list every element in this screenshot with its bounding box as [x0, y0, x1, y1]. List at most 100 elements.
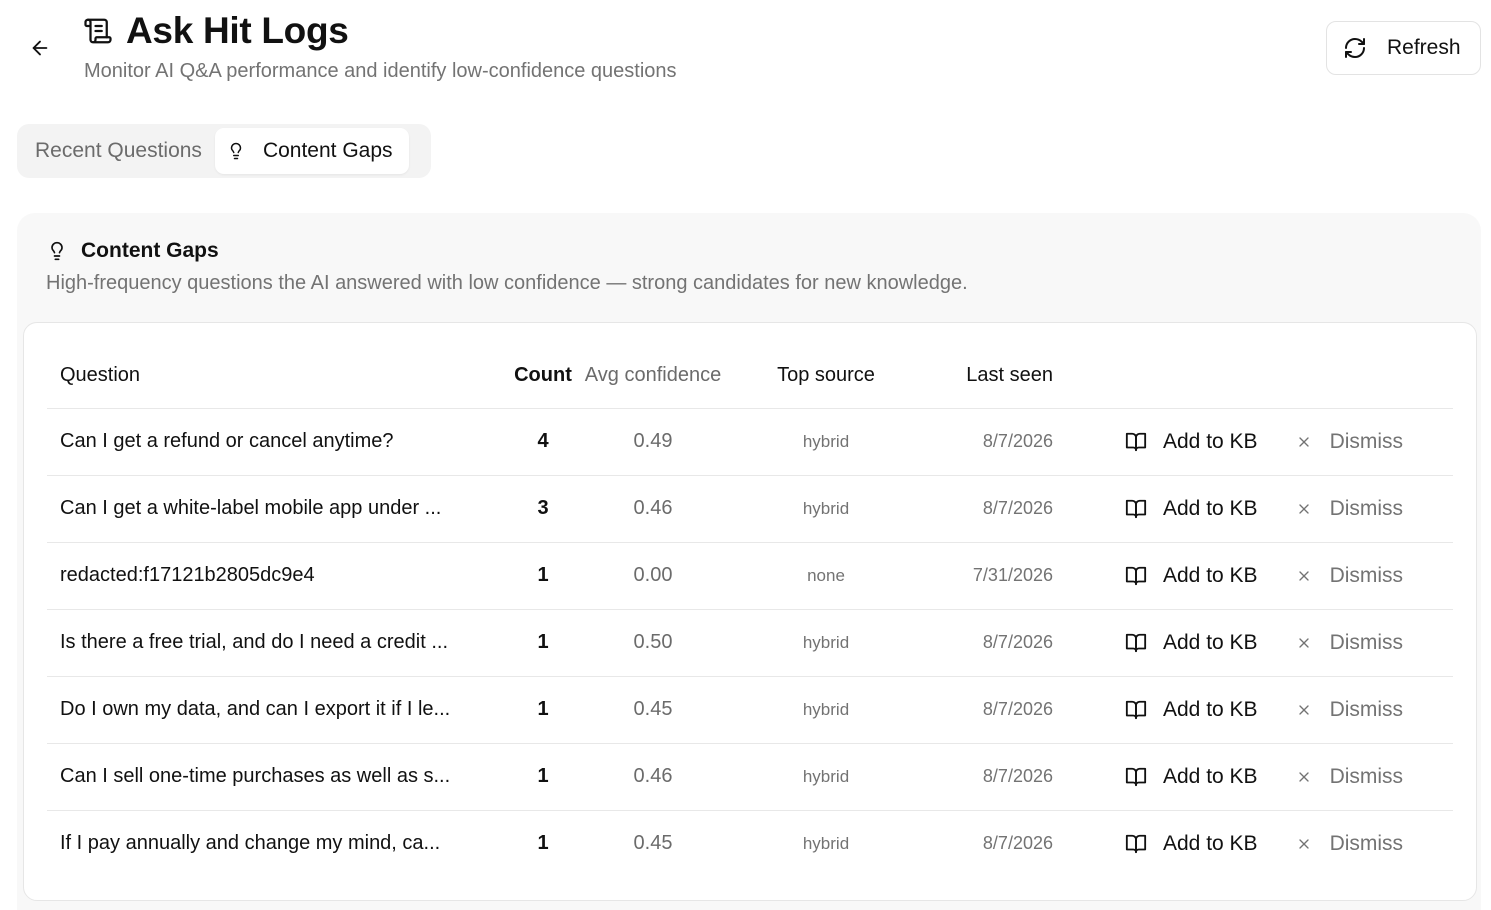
add-to-kb-label: Add to KB — [1163, 764, 1258, 788]
last-seen-cell: 7/31/2026 — [929, 542, 1053, 610]
gaps-table-container: Question Count Avg confidence Top source… — [23, 322, 1477, 901]
row-actions: Add to KB Dismiss — [1053, 698, 1453, 722]
actions-cell: Add to KB Dismiss — [1053, 542, 1453, 610]
card-description: High-frequency questions the AI answered… — [46, 272, 968, 294]
lightbulb-icon — [47, 239, 67, 263]
dismiss-label: Dismiss — [1329, 563, 1404, 587]
table-row: redacted:f17121b2805dc9e4 1 0.00 none 7/… — [47, 542, 1453, 610]
actions-cell: Add to KB Dismiss — [1053, 676, 1453, 744]
last-seen-cell: 8/7/2026 — [929, 676, 1053, 744]
top-source-cell: hybrid — [802, 833, 850, 853]
add-to-kb-button[interactable]: Add to KB — [1125, 765, 1258, 789]
dismiss-label: Dismiss — [1329, 764, 1404, 788]
card-header: Content Gaps — [47, 239, 219, 263]
last-seen-cell: 8/7/2026 — [929, 743, 1053, 811]
tab-content-gaps[interactable]: Content Gaps — [214, 128, 409, 174]
dismiss-label: Dismiss — [1329, 697, 1404, 721]
last-seen-cell: 8/7/2026 — [929, 475, 1053, 543]
avg-confidence-cell: 0.49 — [583, 408, 723, 476]
close-icon — [1296, 769, 1312, 785]
avg-confidence-cell: 0.00 — [583, 542, 723, 610]
count-cell: 1 — [503, 542, 583, 610]
table-row: Can I get a refund or cancel anytime? 4 … — [47, 408, 1453, 476]
dismiss-button[interactable]: Dismiss — [1296, 831, 1404, 856]
avg-confidence-cell: 0.45 — [633, 832, 673, 855]
dismiss-button[interactable]: Dismiss — [1296, 563, 1404, 588]
top-source-cell: hybrid — [723, 475, 929, 543]
add-to-kb-label: Add to KB — [1163, 697, 1258, 721]
add-to-kb-button[interactable]: Add to KB — [1125, 497, 1258, 521]
back-button[interactable] — [24, 32, 56, 64]
lightbulb-icon — [227, 140, 245, 162]
book-open-icon — [1125, 833, 1147, 855]
count-cell: 1 — [503, 676, 583, 744]
dismiss-button[interactable]: Dismiss — [1296, 697, 1404, 722]
dismiss-button[interactable]: Dismiss — [1296, 430, 1403, 454]
dismiss-button[interactable]: Dismiss — [1296, 496, 1404, 521]
add-to-kb-label: Add to KB — [1163, 429, 1258, 453]
column-header-last-seen: Last seen — [929, 343, 1053, 409]
actions-cell: Add to KB Dismiss — [1053, 408, 1453, 476]
avg-confidence-cell: 0.45 — [583, 676, 723, 744]
top-source-cell: hybrid — [723, 609, 929, 677]
tab-label: Recent Questions — [35, 139, 202, 162]
title-row: Ask Hit Logs — [82, 10, 349, 52]
arrow-left-icon — [29, 37, 51, 59]
top-source-cell: hybrid — [723, 676, 929, 744]
actions-cell: Add to KB Dismiss — [1053, 743, 1453, 811]
question-cell: Is there a free trial, and do I need a c… — [47, 609, 503, 677]
dismiss-label: Dismiss — [1329, 630, 1404, 654]
page-title: Ask Hit Logs — [126, 10, 349, 51]
refresh-button[interactable]: Refresh — [1326, 21, 1481, 75]
tab-label: Content Gaps — [262, 139, 393, 162]
question-cell: Can I get a white-label mobile app under… — [47, 475, 503, 543]
dismiss-button[interactable]: Dismiss — [1296, 630, 1404, 655]
count-cell: 3 — [503, 475, 583, 543]
tab-recent-questions[interactable]: Recent Questions — [21, 128, 215, 174]
add-to-kb-button[interactable]: Add to KB — [1125, 564, 1258, 588]
avg-confidence-cell: 0.46 — [583, 475, 723, 543]
dismiss-label: Dismiss — [1329, 831, 1404, 855]
top-source-cell: hybrid — [723, 743, 929, 811]
table-row: If I pay annually and change my mind, ca… — [47, 810, 1453, 877]
top-source-cell: hybrid — [723, 408, 929, 476]
avg-confidence-cell: 0.46 — [583, 743, 723, 811]
add-to-kb-button[interactable]: Add to KB — [1125, 631, 1258, 655]
table-row: Is there a free trial, and do I need a c… — [47, 609, 1453, 677]
add-to-kb-label: Add to KB — [1163, 563, 1258, 587]
dismiss-label: Dismiss — [1329, 496, 1404, 520]
last-seen-cell: 8/7/2026 — [929, 408, 1053, 476]
row-actions: Add to KB Dismiss — [1053, 497, 1453, 521]
question-cell: Can I sell one-time purchases as well as… — [47, 743, 503, 811]
count-cell: 1 — [537, 832, 549, 855]
row-actions: Add to KB Dismiss — [1053, 631, 1453, 655]
add-to-kb-button[interactable]: Add to KB — [1125, 430, 1258, 454]
table-header-row: Question Count Avg confidence Top source… — [47, 343, 1453, 409]
question-cell: Do I own my data, and can I export it if… — [47, 676, 503, 744]
tab-list: Recent Questions Content Gaps — [17, 124, 431, 178]
actions-cell: Add to KB Dismiss — [1053, 810, 1453, 877]
gaps-table: Question Count Avg confidence Top source… — [47, 343, 1453, 877]
refresh-label: Refresh — [1387, 36, 1461, 59]
dismiss-button[interactable]: Dismiss — [1296, 764, 1404, 789]
table-row: Do I own my data, and can I export it if… — [47, 676, 1453, 744]
count-cell: 1 — [503, 743, 583, 811]
close-icon — [1296, 501, 1312, 517]
book-open-icon — [1125, 498, 1147, 520]
add-to-kb-label: Add to KB — [1163, 831, 1258, 855]
column-header-question: Question — [47, 343, 503, 409]
add-to-kb-button[interactable]: Add to KB — [1125, 832, 1258, 856]
content-gaps-card: Content Gaps High-frequency questions th… — [17, 213, 1481, 910]
question-cell: If I pay annually and change my mind, ca… — [60, 832, 441, 855]
column-header-count: Count — [503, 343, 583, 409]
avg-confidence-cell: 0.50 — [583, 609, 723, 677]
refresh-icon — [1343, 36, 1367, 60]
question-cell: Can I get a refund or cancel anytime? — [47, 408, 503, 476]
add-to-kb-button[interactable]: Add to KB — [1125, 698, 1258, 722]
scroll-text-icon — [82, 15, 114, 47]
column-header-avg-confidence: Avg confidence — [583, 343, 723, 409]
last-seen-cell: 8/7/2026 — [929, 609, 1053, 677]
page-subtitle: Monitor AI Q&A performance and identify … — [84, 60, 677, 82]
row-actions: Add to KB Dismiss — [1053, 430, 1453, 454]
book-open-icon — [1125, 565, 1147, 587]
